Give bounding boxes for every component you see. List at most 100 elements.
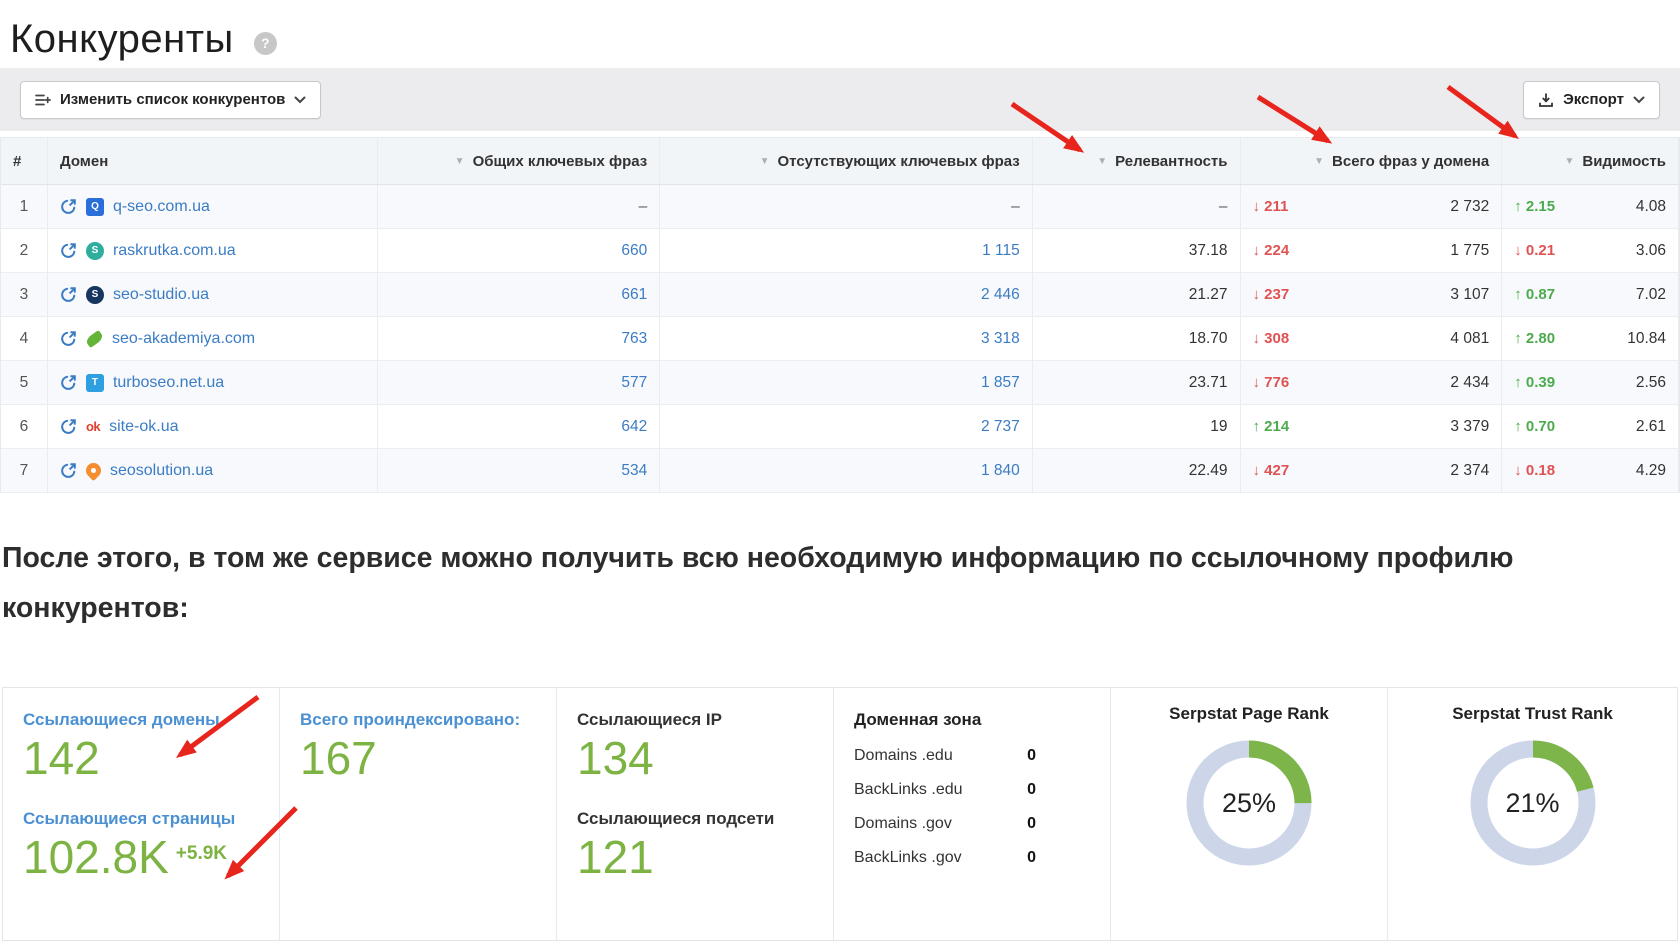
common-keywords-text[interactable]: 642 <box>621 418 647 436</box>
referring-pages-label[interactable]: Ссылающиеся страницы <box>23 809 279 829</box>
missing-keywords-text[interactable]: 2 446 <box>981 286 1020 304</box>
common-keywords-text[interactable]: 534 <box>621 462 647 480</box>
table-body: 1Qq-seo.com.ua–––↓ 2112 732↑ 2.154.082Sr… <box>1 185 1679 493</box>
edit-competitors-button[interactable]: Изменить список конкурентов <box>20 81 321 119</box>
common-keywords-text[interactable]: 577 <box>621 374 647 392</box>
visibility-cell: ↑ 0.392.56 <box>1502 361 1679 404</box>
visibility-value: 2.61 <box>1636 418 1666 436</box>
external-link-icon[interactable] <box>60 462 77 479</box>
visibility-cell: ↑ 2.8010.84 <box>1502 317 1679 360</box>
external-link-icon[interactable] <box>60 198 77 215</box>
table-row: 4 seo-akademiya.com 763 3 318 18.70↓ 3084 08… <box>1 317 1679 361</box>
sort-desc-icon[interactable]: ▼ <box>1097 156 1107 167</box>
external-link-icon[interactable] <box>60 418 77 435</box>
domain-zone-title: Доменная зона <box>854 710 1110 730</box>
relevance-value: 22.49 <box>1189 462 1228 480</box>
common-keywords-text[interactable]: 660 <box>621 242 647 260</box>
site-favicon: Q <box>86 198 104 216</box>
column-header-label: Релевантность <box>1115 153 1227 170</box>
total-phrases-value: 2 434 <box>1450 374 1489 392</box>
sort-desc-icon[interactable]: ▼ <box>760 156 770 167</box>
referring-ips-stat: Ссылающиеся IP 134 <box>577 710 833 785</box>
explanatory-paragraph: После этого, в том же сервисе можно полу… <box>2 533 1587 633</box>
missing-keywords-text[interactable]: 1 115 <box>982 242 1020 260</box>
missing-keywords: 3 318 <box>660 317 1033 360</box>
external-link-icon[interactable] <box>60 330 77 347</box>
site-favicon: T <box>86 374 104 392</box>
referring-ips-label: Ссылающиеся IP <box>577 710 833 730</box>
domain-zone-value: 0 <box>1027 849 1036 867</box>
missing-keywords-text[interactable]: 1 857 <box>981 374 1020 392</box>
row-number: 5 <box>1 361 48 404</box>
total-indexed-column: Всего проиндексировано: 167 <box>280 688 557 940</box>
domain-zone-value: 0 <box>1027 747 1036 765</box>
site-favicon: S <box>86 242 104 260</box>
column-header-4[interactable]: ▼ Релевантность <box>1033 138 1241 184</box>
relevance-cell: 18.70 <box>1033 317 1241 360</box>
relevance-cell: 22.49 <box>1033 449 1241 492</box>
missing-keywords: 2 446 <box>660 273 1033 316</box>
trust-rank-title: Serpstat Trust Rank <box>1388 704 1677 724</box>
relevance-cell: 37.18 <box>1033 229 1241 272</box>
total-phrases-cell: ↓ 2373 107 <box>1241 273 1503 316</box>
export-button[interactable]: Экспорт <box>1523 81 1660 119</box>
external-link-icon[interactable] <box>60 286 77 303</box>
table-row: 7seosolution.ua5341 84022.49↓ 4272 374↓ … <box>1 449 1679 493</box>
export-label: Экспорт <box>1563 91 1624 108</box>
common-keywords-text: – <box>639 198 648 216</box>
visibility-cell: ↓ 0.184.29 <box>1502 449 1679 492</box>
list-plus-icon <box>35 93 51 107</box>
referring-pages-value: 102.8K+5.9K <box>23 832 279 884</box>
column-header-label: Общих ключевых фраз <box>473 153 648 170</box>
visibility-change-up: ↑ 0.87 <box>1514 286 1555 303</box>
sort-desc-icon[interactable]: ▼ <box>1314 156 1324 167</box>
total-phrases-change-down: ↓ 427 <box>1253 462 1290 479</box>
domain-link[interactable]: raskrutka.com.ua <box>113 242 236 260</box>
domain-link[interactable]: turboseo.net.ua <box>113 374 224 392</box>
missing-keywords-text[interactable]: 1 840 <box>981 462 1020 480</box>
sort-desc-icon[interactable]: ▼ <box>1565 156 1575 167</box>
domain-link[interactable]: seo-studio.ua <box>113 286 209 304</box>
common-keywords-text[interactable]: 661 <box>621 286 647 304</box>
relevance-cell: 19 <box>1033 405 1241 448</box>
domain-link[interactable]: seo-akademiya.com <box>112 330 255 348</box>
site-favicon <box>85 330 105 348</box>
total-indexed-label[interactable]: Всего проиндексировано: <box>300 710 556 730</box>
missing-keywords-text[interactable]: 3 318 <box>981 330 1020 348</box>
visibility-change-down: ↓ 0.18 <box>1514 462 1555 479</box>
missing-keywords-text[interactable]: 2 737 <box>981 418 1020 436</box>
domain-zone-value: 0 <box>1027 781 1036 799</box>
page-header: Конкуренты ? <box>0 0 1680 68</box>
domain-link[interactable]: seosolution.ua <box>110 462 213 480</box>
total-phrases-cell: ↓ 3084 081 <box>1241 317 1503 360</box>
sort-desc-icon[interactable]: ▼ <box>455 156 465 167</box>
common-keywords-text[interactable]: 763 <box>621 330 647 348</box>
total-phrases-change-down: ↓ 224 <box>1253 242 1290 259</box>
referring-subnets-stat: Ссылающиеся подсети 121 <box>577 809 833 884</box>
domain-cell: Tturboseo.net.ua <box>48 361 378 404</box>
common-keywords: 661 <box>378 273 661 316</box>
referring-ips-value: 134 <box>577 733 833 785</box>
column-header-6[interactable]: ▼Видимость <box>1502 138 1679 184</box>
column-header-label: # <box>13 153 21 170</box>
visibility-cell: ↓ 0.213.06 <box>1502 229 1679 272</box>
column-header-2[interactable]: ▼ Общих ключевых фраз <box>378 138 661 184</box>
help-icon[interactable]: ? <box>254 32 277 55</box>
external-link-icon[interactable] <box>60 242 77 259</box>
total-phrases-value: 3 379 <box>1450 418 1489 436</box>
row-number: 4 <box>1 317 48 360</box>
external-link-icon[interactable] <box>60 374 77 391</box>
domain-zone-row: Domains .edu0 <box>854 747 1036 765</box>
column-header-3[interactable]: ▼Отсутствующих ключевых фраз <box>660 138 1033 184</box>
total-phrases-value: 2 732 <box>1450 198 1489 216</box>
visibility-value: 2.56 <box>1636 374 1666 392</box>
referring-domains-value: 142 <box>23 733 279 785</box>
total-phrases-cell: ↓ 4272 374 <box>1241 449 1503 492</box>
relevance-value: 37.18 <box>1189 242 1228 260</box>
referring-domains-label[interactable]: Ссылающиеся домены <box>23 710 279 730</box>
domain-link[interactable]: site-ok.ua <box>109 418 178 436</box>
domain-zone-row: Domains .gov0 <box>854 815 1036 833</box>
domain-zone-row: BackLinks .gov0 <box>854 849 1036 867</box>
column-header-5[interactable]: ▼Всего фраз у домена <box>1241 138 1503 184</box>
domain-link[interactable]: q-seo.com.ua <box>113 198 210 216</box>
